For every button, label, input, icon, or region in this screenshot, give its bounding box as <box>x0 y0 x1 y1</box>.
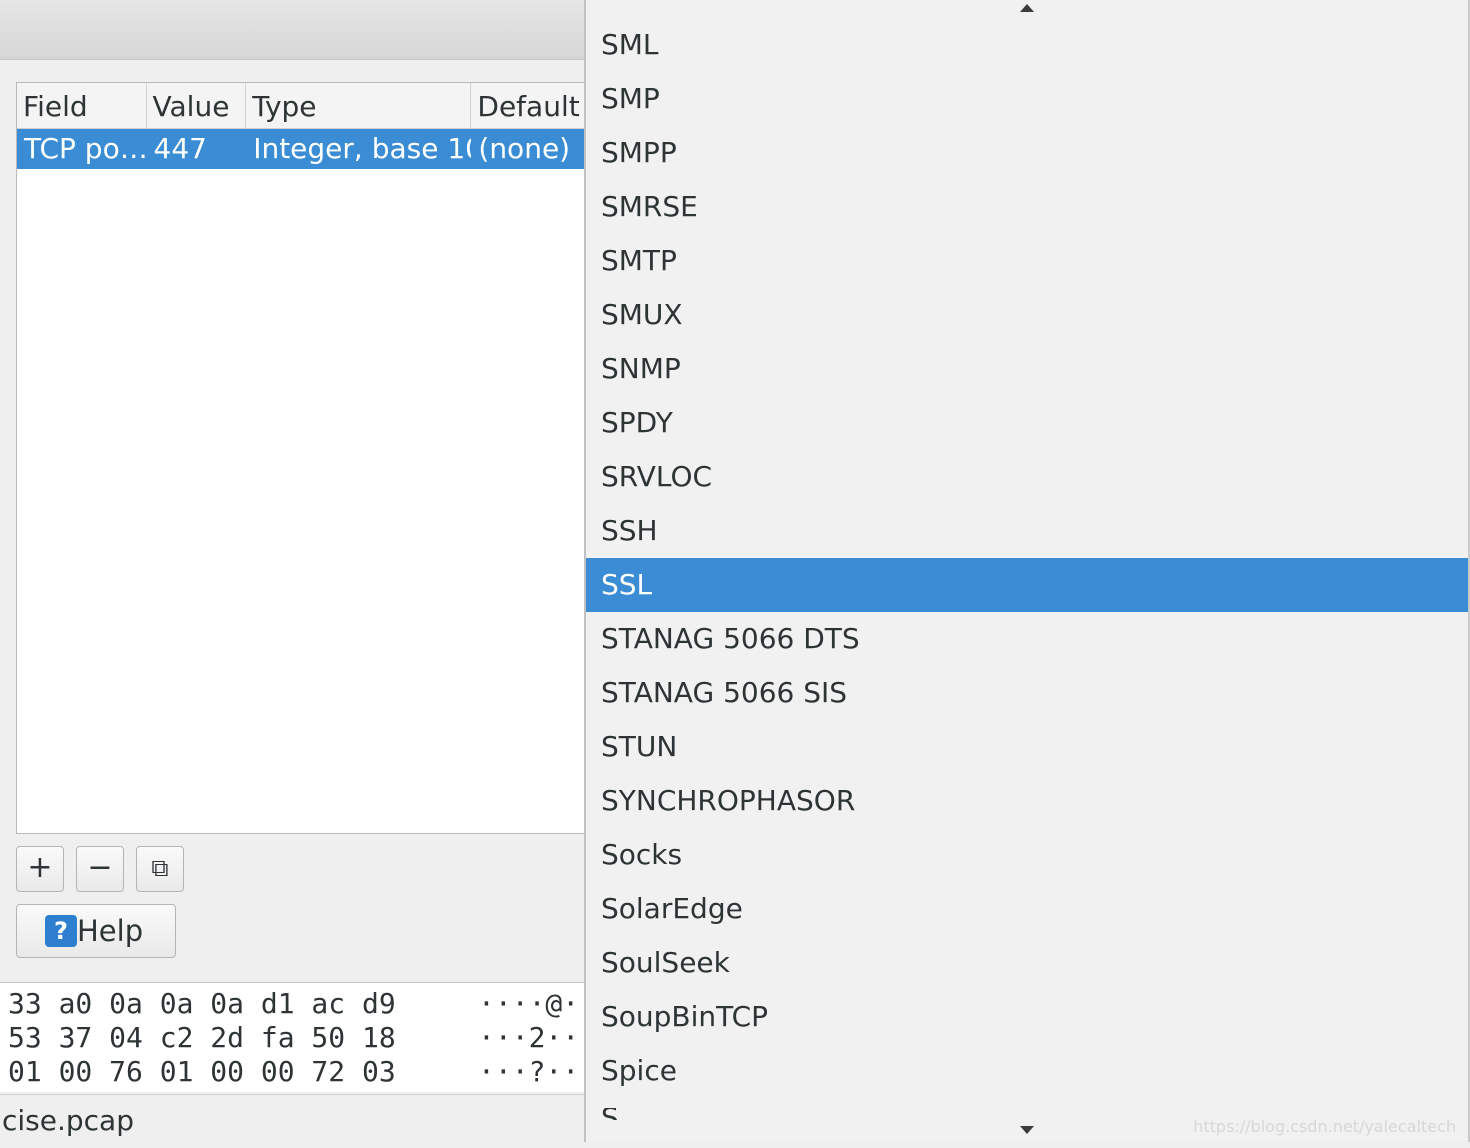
help-icon: ? <box>45 915 77 947</box>
watermark: https://blog.csdn.net/yalecaltech <box>1193 1117 1456 1136</box>
dropdown-item-spice[interactable]: Spice <box>586 1044 1468 1098</box>
hex-line: 01 00 76 01 00 00 72 03 <box>8 1055 396 1088</box>
dropdown-item-ssh[interactable]: SSH <box>586 504 1468 558</box>
cell-field: TCP po… <box>24 132 147 165</box>
remove-button[interactable]: − <box>76 846 124 892</box>
fields-table: Field Value Type Default TCP po… 447 Int… <box>16 82 586 834</box>
dropdown-item-soupbintcp[interactable]: SoupBinTCP <box>586 990 1468 1044</box>
help-button[interactable]: ? Help <box>16 904 176 958</box>
table-header: Field Value Type Default <box>17 83 585 129</box>
dropdown-item-soulseek[interactable]: SoulSeek <box>586 936 1468 990</box>
copy-icon: ⧉ <box>151 854 169 882</box>
dropdown-item-sml[interactable]: SML <box>586 18 1468 72</box>
hex-line: 33 a0 0a 0a 0a d1 ac d9 <box>8 987 396 1020</box>
dropdown-item-solaredge[interactable]: SolarEdge <box>586 882 1468 936</box>
hex-ascii: ····@· <box>478 987 580 1020</box>
help-button-label: Help <box>77 914 144 948</box>
dropdown-item-stun[interactable]: STUN <box>586 720 1468 774</box>
dropdown-item-srvloc[interactable]: SRVLOC <box>586 450 1468 504</box>
dropdown-item-stanag-5066-dts[interactable]: STANAG 5066 DTS <box>586 612 1468 666</box>
dropdown-item-smtp[interactable]: SMTP <box>586 234 1468 288</box>
dropdown-item-stanag-5066-sis[interactable]: STANAG 5066 SIS <box>586 666 1468 720</box>
cell-default: (none) <box>478 132 571 165</box>
dialog-titlebar <box>0 0 586 60</box>
scroll-down-arrow-icon[interactable] <box>1020 1126 1034 1134</box>
column-header-value[interactable]: Value <box>147 83 247 129</box>
column-header-default[interactable]: Default <box>471 83 585 129</box>
dropdown-item-smp[interactable]: SMP <box>586 72 1468 126</box>
dropdown-item-socks[interactable]: Socks <box>586 828 1468 882</box>
dropdown-item-snmp[interactable]: SNMP <box>586 342 1468 396</box>
add-button[interactable]: + <box>16 846 64 892</box>
dropdown-item-synchrophasor[interactable]: SYNCHROPHASOR <box>586 774 1468 828</box>
status-file-name: cise.pcap <box>2 1104 134 1137</box>
hex-ascii: ···2·· <box>478 1021 580 1054</box>
hex-ascii: ···?·· <box>478 1055 580 1088</box>
column-header-type[interactable]: Type <box>246 83 472 129</box>
cell-value: 447 <box>153 132 207 165</box>
scroll-up-arrow-icon[interactable] <box>1020 4 1034 12</box>
dropdown-item-smpp[interactable]: SMPP <box>586 126 1468 180</box>
table-row[interactable]: TCP po… 447 Integer, base 10 (none) <box>17 129 585 169</box>
dropdown-item-smux[interactable]: SMUX <box>586 288 1468 342</box>
protocol-dropdown-list[interactable]: SML SMP SMPP SMRSE SMTP SMUX SNMP SPDY S… <box>584 0 1470 1142</box>
status-bar: cise.pcap <box>0 1094 586 1148</box>
cell-type: Integer, base 10 <box>253 132 472 165</box>
dropdown-item-ssl[interactable]: SSL <box>586 558 1468 612</box>
hex-dump-pane[interactable]: 33 a0 0a 0a 0a d1 ac d9 ····@· 53 37 04 … <box>0 982 586 1092</box>
copy-button[interactable]: ⧉ <box>136 846 184 892</box>
dropdown-item-partial: S <box>601 1108 619 1120</box>
hex-line: 53 37 04 c2 2d fa 50 18 <box>8 1021 396 1054</box>
dropdown-item-spdy[interactable]: SPDY <box>586 396 1468 450</box>
column-header-field[interactable]: Field <box>17 83 147 129</box>
dropdown-item-smrse[interactable]: SMRSE <box>586 180 1468 234</box>
